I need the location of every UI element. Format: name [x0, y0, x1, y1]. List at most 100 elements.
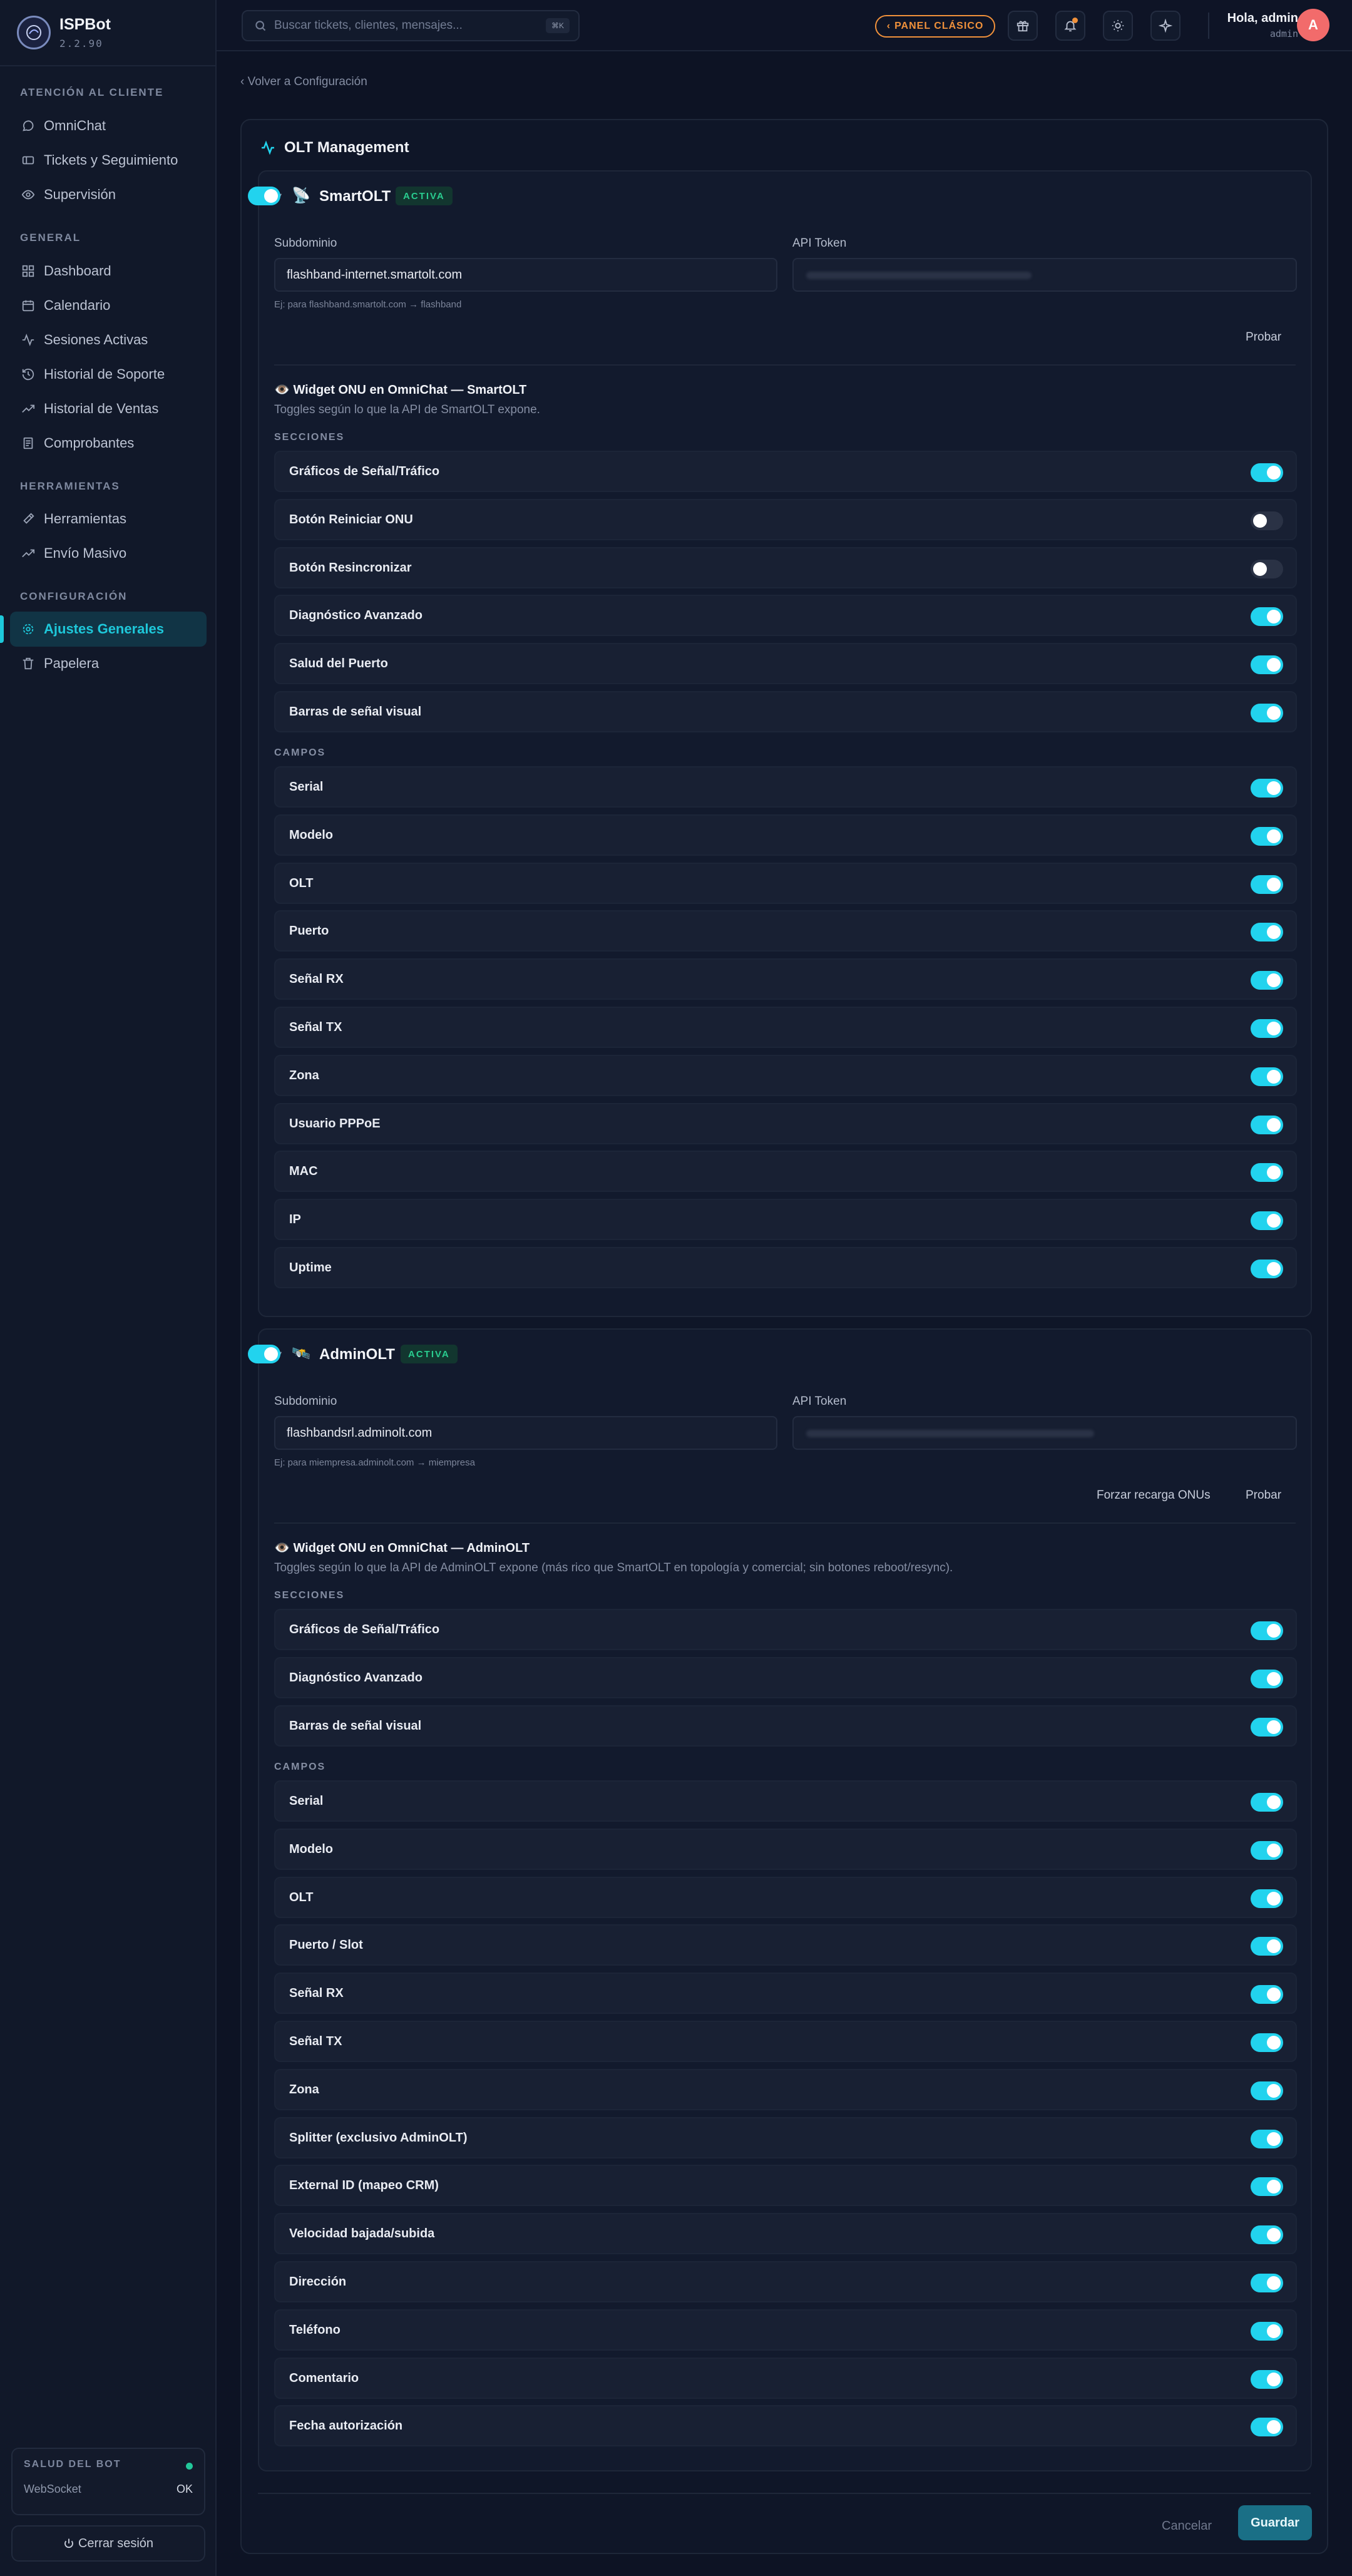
section-title-configuracion: CONFIGURACIÓN — [20, 590, 128, 602]
section-label: Gráficos de Señal/Tráfico — [289, 464, 440, 478]
field-toggle[interactable] — [1251, 1889, 1283, 1908]
smartolt-header[interactable]: ▼ 📡 SmartOLT ACTIVA — [248, 172, 1311, 222]
brand[interactable]: ISPBot 2.2.90 — [0, 0, 215, 66]
field-row: Modelo — [274, 814, 1297, 856]
field-toggle[interactable] — [1251, 2033, 1283, 2052]
field-toggle[interactable] — [1251, 1937, 1283, 1956]
field-toggle[interactable] — [1251, 2321, 1283, 2341]
sections-label: SECCIONES — [274, 1590, 345, 1601]
force-reload-button[interactable]: Forzar recarga ONUs — [1097, 1489, 1211, 1502]
section-toggle[interactable] — [1251, 1669, 1283, 1688]
field-row: OLT — [274, 1876, 1297, 1918]
sidebar-item-label: Tickets y Seguimiento — [44, 152, 178, 168]
smartolt-enable-toggle[interactable] — [248, 187, 280, 205]
section-row: Botón Reiniciar ONU — [274, 498, 1297, 540]
app-version: 2.2.90 — [59, 38, 103, 49]
field-toggle[interactable] — [1251, 1985, 1283, 2004]
sidebar-item-sesiones[interactable]: Sesiones Activas — [10, 322, 207, 357]
test-button[interactable]: Probar — [1246, 331, 1281, 344]
websocket-label: WebSocket — [24, 2483, 81, 2495]
field-toggle[interactable] — [1251, 875, 1283, 894]
field-toggle[interactable] — [1251, 1019, 1283, 1038]
field-toggle[interactable] — [1251, 1115, 1283, 1134]
save-button[interactable]: Guardar — [1238, 2505, 1312, 2540]
field-row: Splitter (exclusivo AdminOLT) — [274, 2117, 1297, 2158]
subdomain-input[interactable]: flashbandsrl.adminolt.com — [274, 1416, 777, 1450]
field-toggle[interactable] — [1251, 826, 1283, 846]
field-toggle[interactable] — [1251, 2274, 1283, 2292]
sidebar-item-label: Dashboard — [44, 263, 111, 279]
sidebar-item-envio-masivo[interactable]: Envío Masivo — [10, 536, 207, 571]
sidebar-item-papelera[interactable]: Papelera — [10, 646, 207, 681]
classic-panel-button[interactable]: ‹ PANEL CLÁSICO — [875, 15, 995, 38]
notifications-button[interactable] — [1055, 11, 1085, 41]
field-toggle[interactable] — [1251, 2081, 1283, 2100]
subdomain-input[interactable]: flashband-internet.smartolt.com — [274, 258, 777, 292]
field-toggle[interactable] — [1251, 1211, 1283, 1231]
subdomain-hint: Ej: para miempresa.adminolt.com → miempr… — [274, 1457, 475, 1468]
section-toggle[interactable] — [1251, 607, 1283, 627]
sidebar-item-label: Supervisión — [44, 187, 116, 202]
api-token-input[interactable] — [792, 258, 1297, 292]
sidebar-item-historial-soporte[interactable]: Historial de Soporte — [10, 357, 207, 392]
theme-toggle-button[interactable] — [1103, 11, 1133, 41]
sun-icon — [1112, 19, 1124, 32]
api-token-input[interactable] — [792, 1416, 1297, 1450]
field-label: Puerto / Slot — [289, 1938, 363, 1953]
sidebar-item-label: Sesiones Activas — [44, 332, 148, 347]
field-toggle[interactable] — [1251, 1163, 1283, 1183]
section-toggle[interactable] — [1251, 655, 1283, 675]
field-label: Usuario PPPoE — [289, 1116, 381, 1131]
section-toggle[interactable] — [1251, 511, 1283, 530]
section-toggle[interactable] — [1251, 1717, 1283, 1737]
sidebar-item-omnichat[interactable]: OmniChat — [10, 108, 207, 143]
section-toggle[interactable] — [1251, 704, 1283, 722]
widget-title-text: Widget ONU en OmniChat — SmartOLT — [293, 383, 527, 397]
section-row: Gráficos de Señal/Tráfico — [274, 451, 1297, 492]
field-toggle[interactable] — [1251, 1260, 1283, 1278]
field-row: Fecha autorización — [274, 2405, 1297, 2447]
field-row: Velocidad bajada/subida — [274, 2213, 1297, 2255]
chevron-left-icon: ‹ — [886, 21, 891, 31]
app-name: ISPBot — [59, 16, 111, 33]
sidebar-item-supervision[interactable]: Supervisión — [10, 177, 207, 212]
adminolt-header[interactable]: ▼ 🛰️ AdminOLT ACTIVA — [248, 1330, 1311, 1380]
field-label: Splitter (exclusivo AdminOLT) — [289, 2130, 468, 2145]
field-label: OLT — [289, 876, 314, 890]
sidebar-item-tickets[interactable]: Tickets y Seguimiento — [10, 143, 207, 178]
field-toggle[interactable] — [1251, 971, 1283, 990]
field-toggle[interactable] — [1251, 2129, 1283, 2148]
section-toggle[interactable] — [1251, 559, 1283, 578]
eye-icon — [21, 190, 35, 200]
logout-button[interactable]: Cerrar sesión — [11, 2525, 205, 2562]
gift-button[interactable] — [1008, 11, 1038, 41]
sidebar-item-herramientas[interactable]: Herramientas — [10, 501, 207, 536]
search-input[interactable]: Buscar tickets, clientes, mensajes... ⌘K — [242, 10, 580, 41]
section-toggle[interactable] — [1251, 1621, 1283, 1640]
cancel-button[interactable]: Cancelar — [1162, 2519, 1212, 2533]
sidebar-item-calendario[interactable]: Calendario — [10, 288, 207, 323]
field-toggle[interactable] — [1251, 2177, 1283, 2197]
field-toggle[interactable] — [1251, 923, 1283, 942]
field-toggle[interactable] — [1251, 779, 1283, 798]
field-toggle[interactable] — [1251, 2225, 1283, 2245]
field-toggle[interactable] — [1251, 2418, 1283, 2437]
assistant-button[interactable] — [1150, 11, 1180, 41]
adminolt-enable-toggle[interactable] — [248, 1345, 280, 1363]
back-link[interactable]: ‹ Volver a Configuración — [240, 75, 367, 89]
field-row: Puerto — [274, 910, 1297, 952]
sidebar-item-ajustes-generales[interactable]: Ajustes Generales — [0, 612, 207, 647]
field-toggle[interactable] — [1251, 2369, 1283, 2389]
notification-dot — [1072, 18, 1078, 23]
section-toggle[interactable] — [1251, 463, 1283, 482]
section-label: Gráficos de Señal/Tráfico — [289, 1623, 440, 1636]
field-toggle[interactable] — [1251, 1793, 1283, 1812]
avatar[interactable]: A — [1297, 9, 1329, 41]
trending-icon — [22, 549, 35, 558]
sidebar-item-dashboard[interactable]: Dashboard — [10, 254, 207, 289]
field-toggle[interactable] — [1251, 1067, 1283, 1086]
field-toggle[interactable] — [1251, 1840, 1283, 1860]
test-button[interactable]: Probar — [1246, 1489, 1281, 1502]
sidebar-item-comprobantes[interactable]: Comprobantes — [10, 426, 207, 461]
sidebar-item-historial-ventas[interactable]: Historial de Ventas — [10, 391, 207, 426]
